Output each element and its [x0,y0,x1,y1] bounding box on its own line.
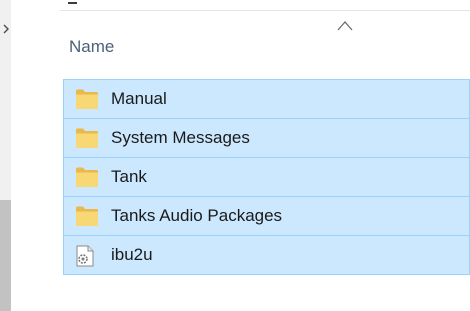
folder-icon [76,89,98,109]
file-name: Tanks Audio Packages [111,206,283,225]
list-item[interactable]: ibu2u [63,235,470,275]
folder-icon [76,128,98,148]
column-header-label: Name [69,37,115,56]
settings-file-icon [76,245,94,267]
chevron-up-icon [337,21,353,31]
list-item[interactable]: Tanks Audio Packages [63,196,470,236]
file-name: Tank [111,167,147,186]
column-header-name[interactable]: Name [60,12,470,68]
folder-icon [76,206,98,226]
header-divider [60,10,470,11]
list-item[interactable]: System Messages [63,118,470,158]
file-name: Manual [111,89,167,108]
list-item[interactable]: Tank [63,157,470,197]
list-item[interactable]: Manual [63,79,470,119]
navigation-pane-scrollbar[interactable] [0,0,11,311]
file-list: Manual System Messages Tank Tanks Audio … [63,79,470,275]
expand-arrow-icon[interactable] [1,24,11,34]
file-name: System Messages [111,128,250,147]
scrollbar-thumb[interactable] [0,200,11,311]
toolbar-edge [68,2,77,4]
file-name: ibu2u [111,245,153,264]
explorer-file-pane: Name Manual System Messages Tank Tanks A… [0,0,470,311]
folder-icon [76,167,98,187]
